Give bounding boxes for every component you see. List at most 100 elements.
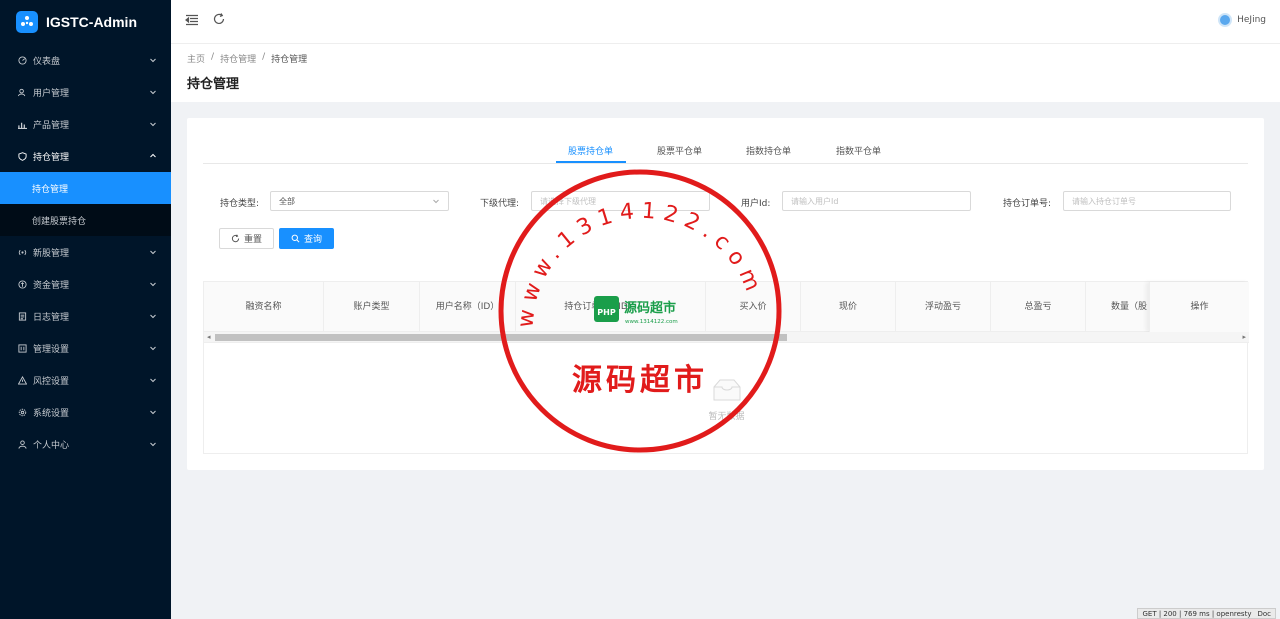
chevron-down-icon (150, 378, 156, 383)
sidebar-item-funds[interactable]: 资金管理 (0, 268, 171, 300)
column-header: 买入价 (706, 282, 801, 332)
reset-button[interactable]: 重置 (219, 228, 274, 249)
settings-box-icon (17, 343, 27, 353)
column-header: 用户名称（ID） (420, 282, 516, 332)
user-icon (17, 439, 27, 449)
column-header-actions: 操作 (1149, 282, 1249, 332)
tab-index-positions[interactable]: 指数持仓单 (746, 144, 791, 157)
sidebar-item-label: 系统设置 (33, 408, 70, 419)
scrollbar-thumb[interactable] (215, 334, 787, 341)
sidebar-item-label: 新股管理 (33, 248, 70, 259)
sidebar-item-label: 管理设置 (33, 344, 70, 355)
log-icon (17, 311, 27, 321)
sidebar-item-label: 产品管理 (33, 120, 70, 131)
sidebar-subitem-create-stock-position[interactable]: 创建股票持仓 (0, 204, 171, 236)
search-button[interactable]: 查询 (279, 228, 334, 249)
positions-card: 股票持仓单 股票平仓单 指数持仓单 指数平仓单 持仓类型: 全部 下级代理: 用… (187, 118, 1264, 470)
sidebar-item-label: 日志管理 (33, 312, 70, 323)
positions-table: 融资名称 账户类型 用户名称（ID） 持仓订单号（ID） 买入价 现价 浮动盈亏… (203, 281, 1249, 454)
reset-icon (231, 234, 240, 243)
breadcrumb-home[interactable]: 主页 (187, 52, 205, 65)
sidebar-item-positions[interactable]: 持仓管理 (0, 140, 171, 172)
empty-state: 暂无数据 (204, 344, 1249, 454)
sidebar-subitem-positions[interactable]: 持仓管理 (0, 172, 171, 204)
sidebar-item-label: 仪表盘 (33, 56, 61, 67)
tab-index-closed[interactable]: 指数平仓单 (836, 144, 881, 157)
reset-button-label: 重置 (243, 235, 262, 245)
column-header: 总盈亏 (991, 282, 1086, 332)
avatar (1218, 13, 1233, 27)
chevron-down-icon (150, 410, 156, 415)
top-header: HeJing (171, 0, 1280, 44)
shield-icon (17, 151, 27, 161)
user-id-input[interactable] (782, 191, 971, 211)
position-type-value: 全部 (279, 196, 295, 206)
scroll-right-arrow-icon[interactable]: ▸ (1242, 333, 1246, 341)
coin-icon (17, 279, 27, 289)
breadcrumb: 主页 / 持仓管理 / 持仓管理 (187, 52, 1264, 65)
sidebar-item-risk-settings[interactable]: 风控设置 (0, 364, 171, 396)
dashboard-icon (17, 55, 27, 65)
sidebar-item-dashboard[interactable]: 仪表盘 (0, 44, 171, 76)
user-id-label: 用户Id: (741, 199, 771, 209)
tab-stock-positions[interactable]: 股票持仓单 (568, 144, 613, 157)
status-text: GET | 200 | 769 ms | openresty (1142, 609, 1252, 618)
refresh-icon[interactable] (212, 12, 226, 26)
sidebar: IGSTC-Admin 仪表盘 用户管理 产品管理 持仓管理 持仓管理 创建股票… (0, 0, 171, 619)
chevron-up-icon (150, 153, 156, 158)
position-tabs: 股票持仓单 股票平仓单 指数持仓单 指数平仓单 (203, 140, 1248, 164)
sidebar-item-label: 资金管理 (33, 280, 70, 291)
chevron-down-icon (150, 90, 156, 95)
brand[interactable]: IGSTC-Admin (0, 0, 171, 44)
sidebar-item-logs[interactable]: 日志管理 (0, 300, 171, 332)
column-header: 融资名称 (204, 282, 324, 332)
column-header: 账户类型 (324, 282, 420, 332)
column-header: 持仓订单号（ID） (516, 282, 706, 332)
users-icon (17, 87, 27, 97)
user-menu[interactable]: HeJing (1218, 13, 1266, 27)
table-header: 融资名称 账户类型 用户名称（ID） 持仓订单号（ID） 买入价 现价 浮动盈亏… (204, 282, 1249, 332)
menu-fold-icon[interactable] (185, 13, 199, 27)
breadcrumb-positions[interactable]: 持仓管理 (220, 52, 256, 65)
sidebar-item-system-settings[interactable]: 系统设置 (0, 396, 171, 428)
chevron-down-icon (433, 199, 439, 204)
status-bar: GET | 200 | 769 ms | openresty Doc (1137, 608, 1276, 619)
chart-icon (17, 119, 27, 129)
sidebar-item-products[interactable]: 产品管理 (0, 108, 171, 140)
tab-stock-closed[interactable]: 股票平仓单 (657, 144, 702, 157)
chevron-down-icon (150, 442, 156, 447)
page-title: 持仓管理 (187, 77, 240, 92)
page-header: 主页 / 持仓管理 / 持仓管理 持仓管理 (171, 44, 1280, 102)
empty-box-icon (713, 379, 740, 400)
chevron-down-icon (150, 282, 156, 287)
submenu-positions: 持仓管理 创建股票持仓 (0, 172, 171, 236)
app-logo-icon (16, 11, 38, 33)
horizontal-scrollbar[interactable]: ◂ ▸ (204, 332, 1249, 343)
chevron-down-icon (150, 314, 156, 319)
agent-input[interactable] (531, 191, 710, 211)
agent-label: 下级代理: (480, 199, 520, 209)
scroll-left-arrow-icon[interactable]: ◂ (207, 333, 211, 341)
sidebar-item-profile[interactable]: 个人中心 (0, 428, 171, 460)
sidebar-item-label: 风控设置 (33, 376, 70, 387)
sidebar-item-label: 持仓管理 (33, 152, 70, 163)
broadcast-icon (17, 247, 27, 257)
tab-active-indicator (556, 161, 626, 163)
sidebar-item-label: 个人中心 (33, 440, 70, 451)
order-no-input[interactable] (1063, 191, 1231, 211)
position-type-select[interactable]: 全部 (270, 191, 449, 211)
sidebar-item-label: 用户管理 (33, 88, 70, 99)
sidebar-item-users[interactable]: 用户管理 (0, 76, 171, 108)
sidebar-item-ipo[interactable]: 新股管理 (0, 236, 171, 268)
search-icon (291, 234, 300, 243)
empty-text: 暂无数据 (708, 411, 745, 422)
column-header: 现价 (801, 282, 896, 332)
chevron-down-icon (150, 346, 156, 351)
sidebar-item-admin-settings[interactable]: 管理设置 (0, 332, 171, 364)
breadcrumb-current: 持仓管理 (271, 55, 308, 65)
warning-icon (17, 375, 27, 385)
user-name: HeJing (1237, 15, 1266, 25)
position-type-label: 持仓类型: (220, 199, 260, 209)
breadcrumb-separator: / (262, 52, 266, 62)
status-right: Doc (1257, 609, 1271, 618)
